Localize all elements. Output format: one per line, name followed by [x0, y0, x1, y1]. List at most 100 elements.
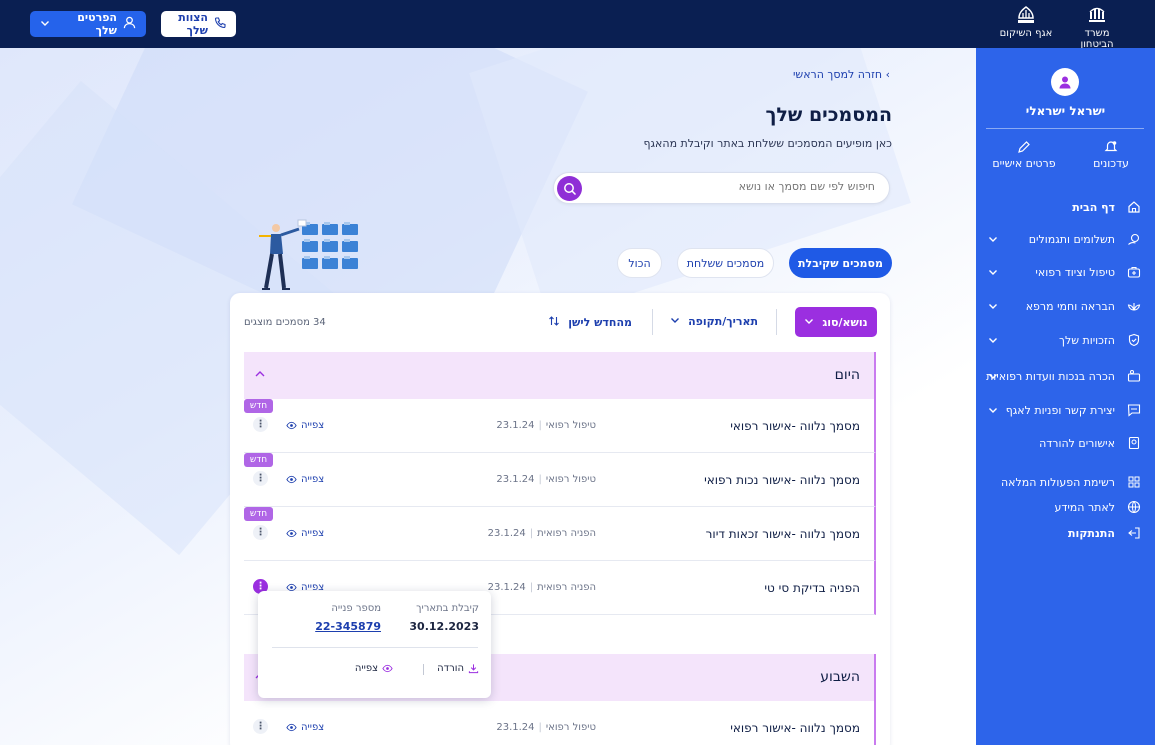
document-meta: הפניה רפואית|23.1.24	[487, 582, 596, 593]
sidebar-item-contact[interactable]: יצירת קשר ופניות לאגף	[976, 401, 1155, 421]
chevron-down-icon	[670, 315, 680, 328]
request-number-label: מספר פנייה	[331, 603, 381, 614]
document-meta: הפניה רפואית|23.1.24	[487, 528, 596, 539]
tab-received-documents[interactable]: מסמכים שקיבלת	[789, 248, 892, 278]
shield-icon	[1127, 333, 1141, 350]
table-row[interactable]: מסמך נלווה -אישור רפואי טיפול רפואי|23.1…	[244, 399, 876, 453]
sidebar-item-label: אישורים להורדה	[1039, 437, 1115, 450]
view-link[interactable]: צפייה	[286, 528, 324, 539]
table-row[interactable]: מסמך נלווה -אישור רפואי טיפול רפואי|23.1…	[244, 701, 876, 745]
more-options-button[interactable]: ⋮	[253, 719, 268, 734]
received-date-value: 30.12.2023	[409, 620, 479, 633]
eye-icon	[286, 475, 297, 484]
filter-date-label: תאריך/תקופה	[688, 315, 758, 328]
download-icon	[468, 664, 479, 674]
chat-icon	[1127, 403, 1141, 420]
search-icon	[563, 182, 576, 195]
sidebar-item-spa[interactable]: הבראה וחמי מרפא	[976, 297, 1155, 317]
document-meta: טיפול רפואי|23.1.24	[496, 474, 596, 485]
filter-type-dropdown[interactable]: נושא/סוג	[795, 307, 877, 337]
sidebar-item-label: לאתר המידע	[1054, 501, 1115, 514]
filter-separator	[652, 309, 653, 335]
document-title: מסמך נלווה -אישור זכאות דיור	[705, 527, 860, 541]
search-button[interactable]	[557, 176, 582, 201]
filter-separator	[776, 309, 777, 335]
documents-illustration	[252, 216, 362, 296]
more-options-button[interactable]: ⋮	[253, 525, 268, 540]
rehab-emblem-icon	[1018, 6, 1034, 23]
home-icon	[1127, 200, 1141, 217]
download-label: הורדה	[437, 663, 464, 674]
sort-toggle[interactable]: מהחדש לישן	[548, 315, 632, 330]
page-title: המסמכים שלך	[765, 104, 892, 126]
eye-icon	[286, 421, 297, 430]
spa-icon	[1127, 299, 1141, 316]
back-to-main-link[interactable]: › חזרה למסך הראשי	[700, 68, 890, 81]
sidebar-item-committees[interactable]: הכרה בנכות וועדות רפואיות	[976, 367, 1155, 387]
sidebar-item-certificates[interactable]: אישורים להורדה	[976, 434, 1155, 454]
ministry-logo[interactable]: משרד הביטחון	[1067, 6, 1127, 50]
filter-date-dropdown[interactable]: תאריך/תקופה	[668, 315, 758, 328]
medical-kit-icon	[1127, 265, 1141, 282]
chevron-right-icon: ›	[885, 68, 890, 81]
sidebar-divider	[986, 128, 1144, 129]
rehab-logo[interactable]: אגף השיקום	[996, 6, 1056, 39]
received-date-label: קיבלת בתאריך	[416, 603, 479, 614]
sidebar-item-rights[interactable]: הזכויות שלך	[976, 331, 1155, 351]
documents-count: 34 מסמכים מוצגים	[244, 317, 326, 328]
chevron-down-icon	[988, 301, 998, 314]
profile-menu-button[interactable]: הפרטים שלך	[30, 11, 146, 37]
filter-type-label: נושא/סוג	[822, 315, 868, 329]
user-avatar-icon	[1059, 76, 1071, 89]
chevron-up-icon	[254, 368, 266, 383]
globe-icon	[1127, 500, 1141, 517]
personal-details-link[interactable]: פרטים אישיים	[984, 140, 1064, 170]
sidebar-item-label: הכרה בנכות וועדות רפואיות	[986, 370, 1115, 383]
tab-sent-documents[interactable]: מסמכים ששלחת	[677, 248, 774, 278]
sidebar-item-label: הבראה וחמי מרפא	[1025, 300, 1115, 313]
updates-label: עדכונים	[1093, 157, 1129, 170]
more-options-button[interactable]: ⋮	[253, 417, 268, 432]
sidebar-item-logout[interactable]: התנתקות	[976, 524, 1155, 544]
new-badge: חדש	[244, 399, 273, 413]
sidebar-item-medical[interactable]: טיפול וציוד רפואי	[976, 263, 1155, 283]
team-button[interactable]: הצוות שלך	[161, 11, 236, 37]
chevron-down-icon	[988, 234, 998, 247]
view-link[interactable]: צפייה	[286, 474, 324, 485]
page-subtitle: כאן מופיעים המסמכים ששלחת באתר וקיבלת מה…	[643, 137, 892, 150]
popover-divider	[272, 647, 478, 648]
back-link-label: חזרה למסך הראשי	[792, 68, 883, 81]
sidebar-item-actions-list[interactable]: רשימת הפעולות המלאה	[976, 473, 1155, 493]
sidebar-item-home[interactable]: דף הבית	[976, 198, 1155, 218]
payments-icon	[1127, 232, 1141, 249]
more-options-button[interactable]: ⋮	[253, 471, 268, 486]
table-row[interactable]: מסמך נלווה -אישור נכות רפואי טיפול רפואי…	[244, 453, 876, 507]
popover-view-button[interactable]: צפייה	[355, 663, 393, 674]
document-meta: טיפול רפואי|23.1.24	[496, 420, 596, 431]
top-bar: הפרטים שלך הצוות שלך אגף השיקום משרד הבי…	[0, 0, 1155, 50]
view-link[interactable]: צפייה	[286, 722, 324, 733]
chevron-down-icon	[988, 371, 998, 384]
avatar[interactable]	[1051, 68, 1079, 96]
table-row[interactable]: מסמך נלווה -אישור זכאות דיור הפניה רפואי…	[244, 507, 876, 561]
search-input[interactable]	[605, 180, 875, 193]
certificate-icon	[1127, 436, 1141, 453]
sidebar-item-payments[interactable]: תשלומים ותגמולים	[976, 230, 1155, 250]
chevron-down-icon	[40, 18, 50, 31]
rehab-logo-text: אגף השיקום	[999, 28, 1053, 39]
personal-details-label: פרטים אישיים	[992, 157, 1056, 170]
sidebar-item-label: יצירת קשר ופניות לאגף	[1005, 404, 1115, 417]
download-button[interactable]: הורדה	[437, 663, 479, 674]
updates-link[interactable]: עדכונים	[1071, 140, 1151, 170]
group-header-today[interactable]: היום	[244, 352, 876, 399]
sidebar-item-info-site[interactable]: לאתר המידע	[976, 498, 1155, 518]
document-title: הפניה בדיקת סי טי	[764, 581, 860, 595]
sidebar-item-label: דף הבית	[1072, 201, 1115, 214]
grid-icon	[1127, 475, 1141, 492]
request-number-link[interactable]: 22-345879	[315, 620, 381, 633]
user-icon	[123, 16, 136, 32]
committee-icon	[1127, 369, 1141, 386]
bell-icon	[1104, 141, 1118, 152]
view-link[interactable]: צפייה	[286, 420, 324, 431]
tab-all-documents[interactable]: הכול	[617, 248, 662, 278]
